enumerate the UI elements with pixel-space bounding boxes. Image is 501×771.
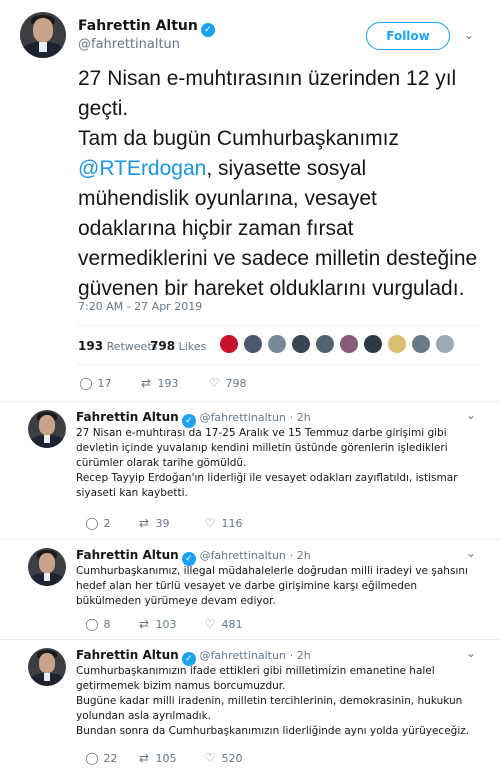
tweet-text: Cumhurbaşkanımızın ifade ettikleri gibi … xyxy=(76,665,470,737)
chevron-down-icon[interactable]: ⌄ xyxy=(466,646,476,660)
avatar[interactable] xyxy=(28,648,66,686)
heart-icon: ♡ xyxy=(204,617,216,631)
like-button[interactable]: ♡ 520 xyxy=(202,751,243,765)
liker-avatar[interactable] xyxy=(386,333,408,355)
liker-avatar[interactable] xyxy=(290,333,312,355)
author-handle[interactable]: @fahrettinaltun xyxy=(200,649,286,662)
retweet-button[interactable]: ⇄ 103 xyxy=(136,617,177,631)
follow-button[interactable]: Follow xyxy=(366,22,450,50)
reply-tweet[interactable]: Fahrettin Altun ✓ @fahrettinaltun · 2h ⌄ … xyxy=(0,540,501,640)
like-button[interactable]: ♡ 116 xyxy=(202,516,243,530)
reply-icon: ◯ xyxy=(85,751,99,765)
reply-icon: ◯ xyxy=(85,516,99,530)
retweet-icon: ⇄ xyxy=(138,617,150,631)
heart-icon: ♡ xyxy=(204,516,216,530)
avatar[interactable] xyxy=(28,548,66,586)
tweet-actions: ◯ 17 ⇄ 193 ♡ 798 xyxy=(78,376,378,392)
tweet-timestamp[interactable]: 7:20 AM - 27 Apr 2019 xyxy=(78,300,202,313)
like-button[interactable]: ♡ 798 xyxy=(206,376,247,390)
liker-avatar[interactable] xyxy=(410,333,432,355)
reply-button[interactable]: ◯ 2 xyxy=(84,516,110,530)
retweet-button[interactable]: ⇄ 193 xyxy=(138,376,179,390)
liker-avatar[interactable] xyxy=(338,333,360,355)
retweet-button[interactable]: ⇄ 105 xyxy=(136,751,177,765)
reply-tweet[interactable]: Fahrettin Altun ✓ @fahrettinaltun · 2h ⌄ … xyxy=(0,640,501,771)
engagement-stats: 193 Retweets 798 Likes xyxy=(78,325,480,365)
retweets-stat[interactable]: 193 Retweets xyxy=(78,339,157,353)
reply-button[interactable]: ◯ 17 xyxy=(78,376,111,390)
liker-avatar[interactable] xyxy=(434,333,456,355)
reply-tweet[interactable]: Fahrettin Altun ✓ @fahrettinaltun · 2h ⌄ … xyxy=(0,402,501,540)
tweet-time[interactable]: · 2h xyxy=(290,411,311,424)
reply-icon: ◯ xyxy=(85,617,99,631)
tweet-actions: ◯ 8 ⇄ 103 ♡ 481 xyxy=(84,617,304,633)
tweet-actions: ◯ 2 ⇄ 39 ♡ 116 xyxy=(84,516,304,532)
retweet-icon: ⇄ xyxy=(138,516,150,530)
chevron-down-icon[interactable]: ⌄ xyxy=(466,408,476,422)
author-handle[interactable]: @fahrettinaltun xyxy=(200,549,286,562)
avatar[interactable] xyxy=(28,410,66,448)
likes-stat[interactable]: 798 Likes xyxy=(150,339,206,353)
author-name[interactable]: Fahrettin Altun xyxy=(76,648,179,662)
like-button[interactable]: ♡ 481 xyxy=(202,617,243,631)
main-tweet: Fahrettin Altun ✓ @fahrettinaltun Follow … xyxy=(0,0,501,402)
author-name[interactable]: Fahrettin Altun ✓ xyxy=(78,16,215,37)
retweet-icon: ⇄ xyxy=(138,751,150,765)
liker-avatar[interactable] xyxy=(242,333,264,355)
heart-icon: ♡ xyxy=(208,376,220,390)
chevron-down-icon[interactable]: ⌄ xyxy=(464,28,474,42)
mention-link[interactable]: @RTErdogan xyxy=(78,157,206,180)
author-name[interactable]: Fahrettin Altun xyxy=(76,548,179,562)
tweet-time[interactable]: · 2h xyxy=(290,649,311,662)
author-name[interactable]: Fahrettin Altun xyxy=(76,410,179,424)
tweet-text: 27 Nisan e-muhtırası da 17-25 Aralık ve … xyxy=(76,427,458,499)
reply-button[interactable]: ◯ 22 xyxy=(84,751,117,765)
liker-avatar[interactable] xyxy=(314,333,336,355)
liker-avatar[interactable] xyxy=(362,333,384,355)
verified-badge-icon: ✓ xyxy=(200,23,215,37)
heart-icon: ♡ xyxy=(204,751,216,765)
liker-avatar[interactable] xyxy=(218,333,240,355)
author-handle[interactable]: @fahrettinaltun xyxy=(200,411,286,424)
retweet-button[interactable]: ⇄ 39 xyxy=(136,516,170,530)
tweet-text: Cumhurbaşkanımız, illegal müdahalelerle … xyxy=(76,565,468,607)
reply-icon: ◯ xyxy=(79,376,93,390)
liker-avatar[interactable] xyxy=(266,333,288,355)
author-handle[interactable]: @fahrettinaltun xyxy=(78,37,180,52)
tweet-actions: ◯ 22 ⇄ 105 ♡ 520 xyxy=(84,751,304,767)
chevron-down-icon[interactable]: ⌄ xyxy=(466,546,476,560)
tweet-time[interactable]: · 2h xyxy=(290,549,311,562)
avatar[interactable] xyxy=(20,12,66,58)
reply-button[interactable]: ◯ 8 xyxy=(84,617,110,631)
tweet-text: 27 Nisan e-muhtırasının üzerinden 12 yıl… xyxy=(78,67,478,300)
retweet-icon: ⇄ xyxy=(140,376,152,390)
